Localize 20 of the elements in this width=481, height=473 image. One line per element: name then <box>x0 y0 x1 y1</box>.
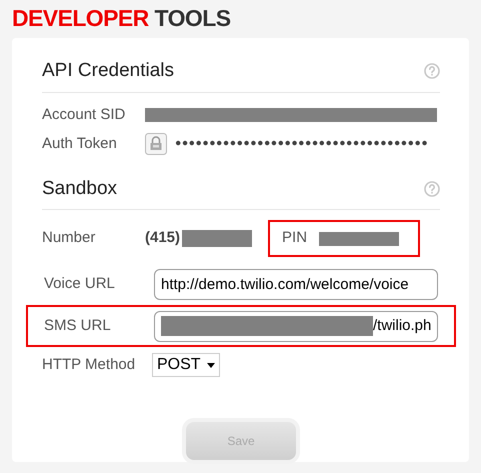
field-label: Auth Token <box>42 134 118 154</box>
field-label: PIN <box>282 228 308 248</box>
masked-token: ●●●●●●●●●●●●●●●●●●●●●●●●●●●●●●●●●●●●● <box>175 136 428 152</box>
help-icon[interactable] <box>424 180 440 197</box>
field-label: Voice URL <box>44 274 116 294</box>
sms-url-field[interactable]: /twilio.ph <box>154 310 438 342</box>
voice-url-field[interactable]: http://demo.twilio.com/welcome/voice <box>154 268 438 300</box>
method-dropdown[interactable]: POST <box>152 353 220 377</box>
field-label: SMS URL <box>44 316 112 336</box>
section-heading: Sandbox <box>42 176 118 200</box>
redaction-bar <box>182 230 252 247</box>
area-code: (415) <box>145 228 180 248</box>
field-label: Number <box>42 228 96 248</box>
lock-icon[interactable] <box>145 133 167 155</box>
field-label: Account SID <box>42 104 126 125</box>
help-icon[interactable] <box>424 63 440 80</box>
field-label: HTTP Method <box>42 354 136 375</box>
page-title: DEVELOPER TOOLS <box>12 4 230 32</box>
caret-icon <box>206 362 215 368</box>
section-heading: API Credentials <box>42 59 174 83</box>
